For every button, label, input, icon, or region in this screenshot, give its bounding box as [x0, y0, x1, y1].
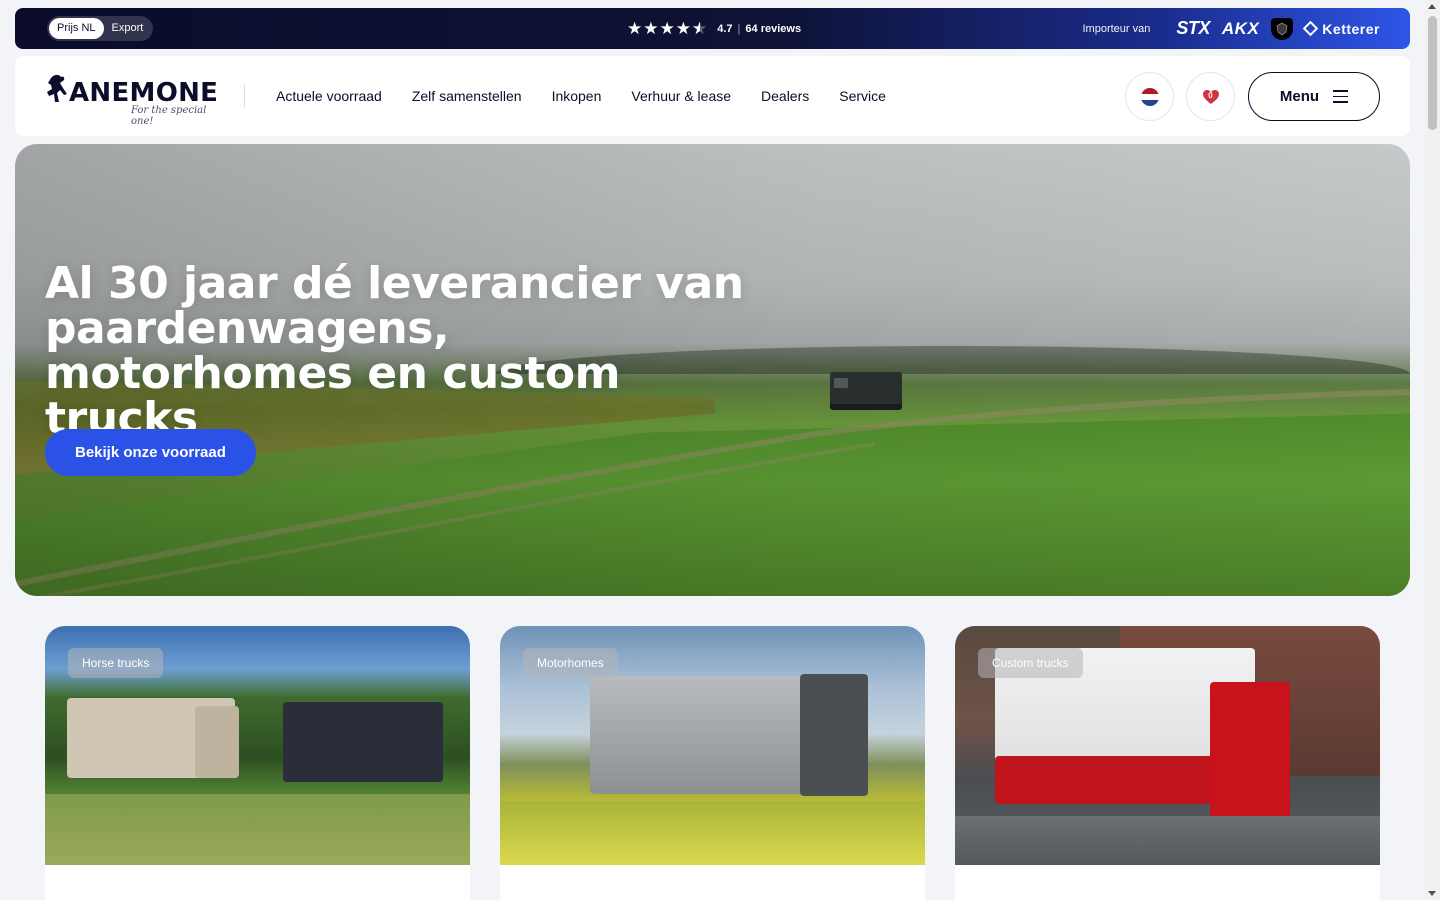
- importer-label: Importeur van: [1082, 22, 1151, 35]
- favorites-button[interactable]: 0: [1186, 72, 1235, 121]
- horse-van-vehicle: [283, 702, 443, 782]
- horse-logo-icon: [47, 74, 67, 102]
- importer-brands: Importeur van STX AKX Ketterer: [1083, 8, 1381, 49]
- language-button[interactable]: [1125, 72, 1174, 121]
- brand-logo-stx[interactable]: STX: [1176, 18, 1210, 39]
- nav-zelf-samenstellen[interactable]: Zelf samenstellen: [412, 88, 522, 104]
- custom-trucks-pavement: [955, 816, 1380, 865]
- star-icon: ★: [659, 19, 675, 38]
- half-star-icon: ★★: [692, 19, 708, 38]
- motorhome-cab: [800, 674, 868, 796]
- top-bar: Prijs NL Export ★ ★ ★ ★ ★★ 4.7 | 64 revi…: [15, 8, 1410, 49]
- scroll-down-icon[interactable]: [1428, 891, 1436, 896]
- view-stock-button[interactable]: Bekijk onze voorraad: [45, 429, 256, 476]
- motorhome-body: [590, 676, 810, 794]
- custom-truck-cab: [1210, 682, 1290, 818]
- review-rating[interactable]: ★ ★ ★ ★ ★★ 4.7 | 64 reviews: [627, 8, 801, 49]
- star-icon: ★: [627, 19, 643, 38]
- nav-actuele-voorraad[interactable]: Actuele voorraad: [276, 88, 382, 104]
- category-card-motorhomes[interactable]: Motorhomes: [500, 626, 925, 900]
- motorhomes-grass: [500, 801, 925, 865]
- brand-shield-icon[interactable]: [1271, 17, 1294, 40]
- star-icon: ★: [675, 19, 691, 38]
- category-tag: Motorhomes: [523, 648, 618, 678]
- dutch-flag-icon: [1140, 87, 1159, 106]
- brand-logo-ketterer[interactable]: Ketterer: [1303, 20, 1380, 37]
- hamburger-icon: [1333, 90, 1349, 103]
- main-nav: Actuele voorraad Zelf samenstellen Inkop…: [276, 56, 886, 136]
- star-icon: ★: [643, 19, 659, 38]
- hero-title: Al 30 jaar dé leverancier van paardenwag…: [45, 258, 744, 444]
- horse-truck-cab: [195, 706, 239, 778]
- brand-ketterer-label: Ketterer: [1322, 20, 1380, 37]
- logo-tagline: For the special one!: [131, 105, 207, 127]
- rating-value: 4.7: [717, 22, 733, 35]
- heart-icon: 0: [1202, 89, 1220, 105]
- site-logo[interactable]: ANEMONE For the special one!: [45, 72, 225, 127]
- category-card-horse-trucks[interactable]: Horse trucks: [45, 626, 470, 900]
- horse-trucks-grass: [45, 794, 470, 865]
- reviews-count: 64 reviews: [745, 22, 802, 35]
- menu-button[interactable]: Menu: [1248, 72, 1380, 121]
- nav-verhuur-lease[interactable]: Verhuur & lease: [631, 88, 731, 104]
- rating-separator: |: [737, 22, 741, 35]
- category-tag: Custom trucks: [978, 648, 1083, 678]
- nav-dealers[interactable]: Dealers: [761, 88, 809, 104]
- header-divider: [244, 84, 245, 108]
- page-scrollbar[interactable]: [1425, 0, 1440, 900]
- price-toggle[interactable]: Prijs NL Export: [47, 16, 154, 41]
- category-tag: Horse trucks: [68, 648, 164, 678]
- scrollbar-thumb[interactable]: [1428, 16, 1437, 130]
- site-header: ANEMONE For the special one! Actuele voo…: [15, 56, 1410, 136]
- price-option-nl[interactable]: Prijs NL: [49, 18, 104, 39]
- logo-wordmark: ANEMONE: [69, 78, 219, 108]
- scroll-up-icon[interactable]: [1428, 4, 1436, 9]
- favorites-count: 0: [1208, 90, 1213, 100]
- ketterer-diamond-icon: [1303, 20, 1319, 37]
- price-option-export[interactable]: Export: [104, 18, 152, 39]
- category-card-custom-trucks[interactable]: Custom trucks: [955, 626, 1380, 900]
- nav-service[interactable]: Service: [839, 88, 886, 104]
- nav-inkopen[interactable]: Inkopen: [552, 88, 602, 104]
- menu-label: Menu: [1279, 88, 1320, 105]
- rating-stars: ★ ★ ★ ★ ★★: [627, 20, 707, 37]
- hero-banner: Al 30 jaar dé leverancier van paardenwag…: [15, 144, 1410, 596]
- brand-logo-akx[interactable]: AKX: [1222, 19, 1259, 39]
